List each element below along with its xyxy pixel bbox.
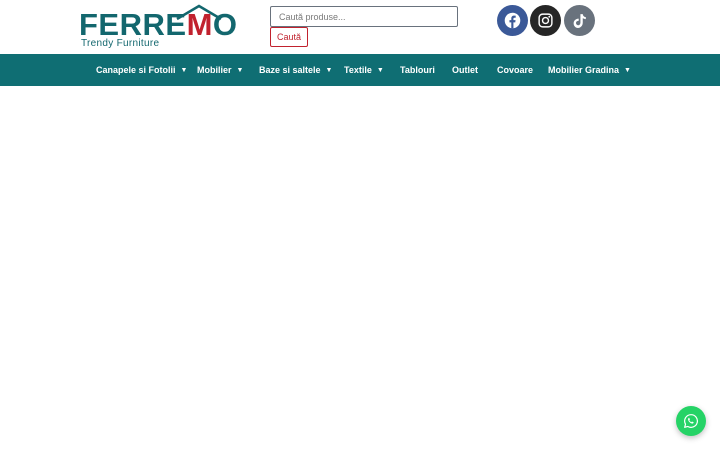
nav-item-mobilier[interactable]: Mobilier ▼ [197,54,243,86]
nav-item-label: Canapele si Fotolii [96,65,176,75]
nav-item-label: Covoare [497,65,534,75]
tiktok-link[interactable] [564,5,595,36]
instagram-link[interactable] [530,5,561,36]
nav-item-baze-si-saltele[interactable]: Baze si saltele ▼ [259,54,332,86]
facebook-icon [504,12,521,29]
main-content [0,86,720,450]
nav-item-label: Tablouri [400,65,435,75]
nav-item-label: Baze si saltele [259,65,321,75]
ferremo-logo[interactable]: FERREMO Trendy Furniture [79,4,237,51]
main-navigation: Canapele si Fotolii ▼ Mobilier ▼ Baze si s… [0,54,720,86]
facebook-link[interactable] [497,5,528,36]
chevron-down-icon: ▼ [325,67,333,74]
nav-item-textile[interactable]: Textile ▼ [344,54,384,86]
whatsapp-icon [684,414,698,428]
instagram-icon [538,13,553,28]
chevron-down-icon: ▼ [180,67,188,74]
nav-item-label: Mobilier Gradina [548,65,620,75]
nav-item-outlet[interactable]: Outlet [452,54,478,86]
nav-item-tablouri[interactable]: Tablouri [400,54,435,86]
search-input[interactable] [270,6,458,27]
nav-item-label: Outlet [452,65,478,75]
logo-wordmark: FERREMO [79,7,238,42]
nav-item-mobilier-gradina[interactable]: Mobilier Gradina ▼ [548,54,631,86]
nav-item-label: Textile [344,65,372,75]
nav-item-canapele-si-fotolii[interactable]: Canapele si Fotolii ▼ [96,54,187,86]
nav-item-label: Mobilier [197,65,232,75]
nav-item-covoare[interactable]: Covoare [497,54,533,86]
chevron-down-icon: ▼ [624,67,631,74]
tiktok-icon [573,14,586,29]
chevron-down-icon: ▼ [376,67,384,74]
whatsapp-chat-button[interactable] [676,406,706,436]
search-button[interactable]: Caută [270,27,308,47]
chevron-down-icon: ▼ [236,67,244,74]
site-header: FERREMO Trendy Furniture Caută [0,0,720,54]
logo-tagline: Trendy Furniture [81,38,160,49]
